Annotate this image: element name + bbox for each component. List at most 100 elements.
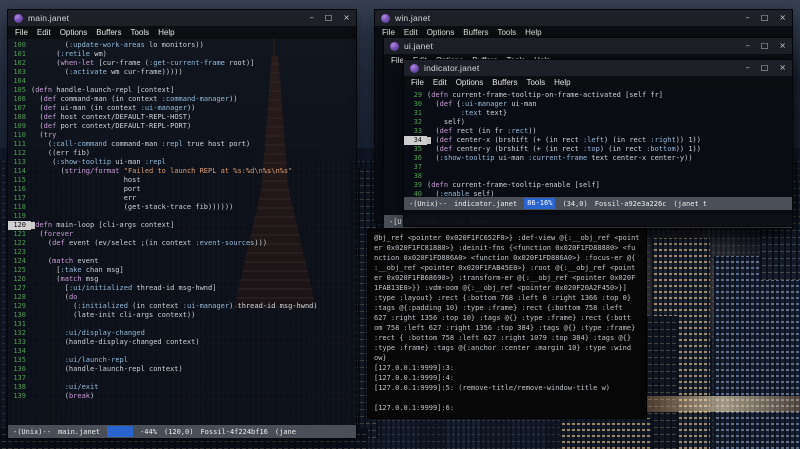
code-line[interactable]: 36 (:show-tooltip ui-man :current-frame … [404,154,792,163]
close-button[interactable]: × [779,38,786,54]
code-line[interactable]: 118 (get-stack-trace fib)))))) [8,203,356,212]
menu-item-file[interactable]: File [391,56,404,65]
code-line[interactable]: 134 [8,347,356,356]
menu-item-buffers[interactable]: Buffers [96,28,121,37]
code-line[interactable]: 129 (:initialized (in context :ui-manage… [8,302,356,311]
code-line[interactable]: 106 (def command-man (in context :comman… [8,95,356,104]
code-line[interactable]: 104 [8,77,356,86]
code-line[interactable]: 127 [:ui/initialized thread-id msg-hwnd] [8,284,356,293]
code-line[interactable]: 120(defn main-loop [cli-args context] [8,221,356,230]
code-line[interactable]: 119 [8,212,356,221]
code-line[interactable]: 132 :ui/display-changed [8,329,356,338]
code-text: (def center-y (brshift (+ (in rect :top)… [427,145,701,153]
menu-item-help[interactable]: Help [158,28,174,37]
code-line[interactable]: 135 :ui/launch-repl [8,356,356,365]
code-line[interactable]: 35 (def center-y (brshift (+ (in rect :t… [404,145,792,154]
code-line[interactable]: 107 (def ui-man (in context :ui-manager)… [8,104,356,113]
code-line[interactable]: 114 (string/format "Failed to launch REP… [8,167,356,176]
code-line[interactable]: 115 host [8,176,356,185]
minimize-button[interactable]: – [746,10,750,26]
line-number: 120 [8,221,31,230]
titlebar[interactable]: indicator.janet – □ × [404,60,792,76]
code-line[interactable]: 105 (defn handle-launch-repl [context] [8,86,356,95]
code-line[interactable]: 31 :text text} [404,109,792,118]
menu-item-file[interactable]: File [382,28,395,37]
close-button[interactable]: × [779,10,786,26]
code-line[interactable]: 126 (match msg [8,275,356,284]
code-line[interactable]: 131 [8,320,356,329]
menu-item-buffers[interactable]: Buffers [492,78,517,87]
minimize-button[interactable]: – [746,38,750,54]
maximize-button[interactable]: □ [761,38,769,54]
code-line[interactable]: 37 [404,163,792,172]
code-line[interactable]: 38 [404,172,792,181]
line-number: 114 [13,167,26,175]
code-line[interactable]: 122 (def event (ev/select ;(in context :… [8,239,356,248]
code-line[interactable]: 117 err [8,194,356,203]
maximize-button[interactable]: □ [761,60,769,76]
code-line[interactable]: 124 (match event [8,257,356,266]
titlebar[interactable]: ui.janet – □ × [384,38,792,54]
close-button[interactable]: × [343,10,350,26]
minimize-button[interactable]: – [746,60,750,76]
code-line[interactable]: 32 self) [404,118,792,127]
maximize-button[interactable]: □ [325,10,333,26]
menu-item-help[interactable]: Help [525,28,541,37]
menu-item-edit[interactable]: Edit [404,28,418,37]
code-line[interactable]: 133 (handle-display-changed context) [8,338,356,347]
code-line[interactable]: 40 (:enable self) [404,190,792,197]
code-line[interactable]: 116 port [8,185,356,194]
code-line[interactable]: 136 (handle-launch-repl context) [8,365,356,374]
menu-item-options[interactable]: Options [60,28,88,37]
code-line[interactable]: 30 (def {:ui-manager ui-man [404,100,792,109]
menu-item-buffers[interactable]: Buffers [463,28,488,37]
code-line[interactable]: 102 (when-let [cur-frame (:get-current-f… [8,59,356,68]
line-number: 32 [413,118,422,126]
titlebar[interactable]: main.janet – □ × [8,10,356,26]
code-line[interactable]: 112 ((err fib) [8,149,356,158]
maximize-button[interactable]: □ [761,10,769,26]
menu-item-tools[interactable]: Tools [130,28,149,37]
titlebar[interactable]: win.janet – □ × [375,10,792,26]
code-line[interactable]: 39 (defn current-frame-tooltip-enable [se… [404,181,792,190]
minimize-button[interactable]: – [310,10,314,26]
modeline-main[interactable]: -(Unix)-- main.janet -44% (120,0) Fossil… [8,425,356,438]
code-line[interactable]: 111 (:call-command command-man :repl tru… [8,140,356,149]
code-line[interactable]: 103 (:activate wm cur-frame))))) [8,68,356,77]
code-line[interactable]: 121 (forever [8,230,356,239]
code-line[interactable]: 34 (def center-x (brshift (+ (in rect :l… [404,136,792,145]
code-line[interactable]: 33 (def rect (in fr :rect)) [404,127,792,136]
code-line[interactable]: 128 (do [8,293,356,302]
code-editor-indicator[interactable]: 29 (defn current-frame-tooltip-on-frame-a… [404,89,792,197]
code-line[interactable]: 139 (break) [8,392,356,401]
menu-item-options[interactable]: Options [427,28,455,37]
terminal-line: @bj_ref <pointer 0x020F1FC652F0>} :def-v… [374,234,640,242]
code-line[interactable]: 29 (defn current-frame-tooltip-on-frame-a… [404,91,792,100]
code-line[interactable]: 101 (:retile wm) [8,50,356,59]
menu-item-file[interactable]: File [15,28,28,37]
code-line[interactable]: 100 (:update-work-areas lo monitors)) [8,41,356,50]
code-line[interactable]: 125 [:take chan msg] [8,266,356,275]
menu-item-file[interactable]: File [411,78,424,87]
menu-item-tools[interactable]: Tools [497,28,516,37]
modeline-indicator[interactable]: -(Unix)-- indicator.janet 86-16% (34,0) … [404,197,792,210]
code-text: (defn main-loop [cli-args context] [31,221,175,229]
menu-item-edit[interactable]: Edit [433,78,447,87]
menu-item-help[interactable]: Help [554,78,570,87]
code-line[interactable]: 113 (:show-tooltip ui-man :repl [8,158,356,167]
terminal-window[interactable]: @bj_ref <pointer 0x020F1FC652F0>} :def-v… [368,230,646,418]
menu-item-tools[interactable]: Tools [526,78,545,87]
code-editor-main[interactable]: 100 (:update-work-areas lo monitors)) 101… [8,39,356,425]
code-line[interactable]: 123 [8,248,356,257]
line-number: 30 [413,100,422,108]
code-line[interactable]: 110 (try [8,131,356,140]
code-line[interactable]: 138 :ui/exit [8,383,356,392]
code-line[interactable]: 109 (def port context/DEFAULT-REPL-PORT) [8,122,356,131]
code-line[interactable]: 137 [8,374,356,383]
code-line[interactable]: 130 (late-init cli-args context)) [8,311,356,320]
menu-item-edit[interactable]: Edit [37,28,51,37]
menu-item-options[interactable]: Options [456,78,484,87]
code-line[interactable]: 108 (def host context/DEFAULT-REPL-HOST) [8,113,356,122]
line-number: 132 [13,329,26,337]
close-button[interactable]: × [779,60,786,76]
